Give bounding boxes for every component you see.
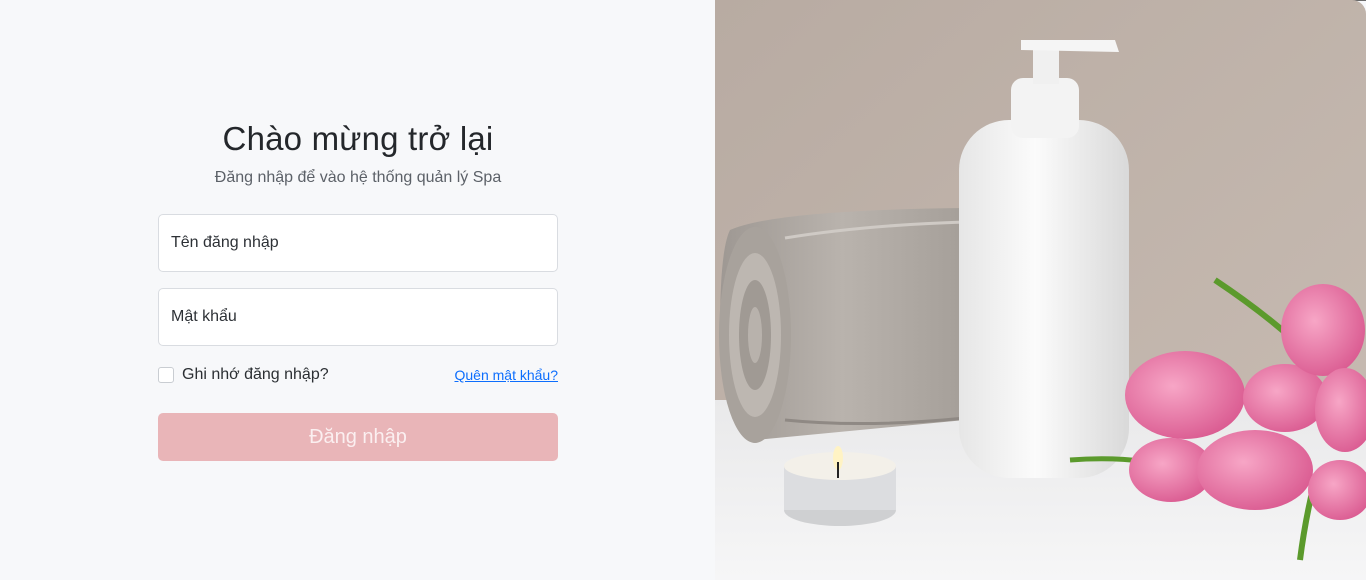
password-field-container	[158, 288, 558, 346]
password-input[interactable]	[159, 289, 557, 345]
spa-photo-illustration	[715, 0, 1366, 580]
remember-me[interactable]: Ghi nhớ đăng nhập?	[158, 366, 329, 384]
login-form: Chào mừng trở lại Đăng nhập để vào hệ th…	[158, 118, 558, 461]
towel-illustration	[719, 208, 966, 443]
username-input[interactable]	[159, 215, 557, 271]
candle-illustration	[784, 446, 896, 526]
login-panel: Chào mừng trở lại Đăng nhập để vào hệ th…	[0, 0, 715, 580]
forgot-password-link[interactable]: Quên mật khẩu?	[454, 367, 558, 383]
remember-checkbox[interactable]	[158, 367, 174, 383]
login-button[interactable]: Đăng nhập	[158, 413, 558, 461]
page-subtitle: Đăng nhập để vào hệ thống quản lý Spa	[214, 169, 502, 186]
options-row: Ghi nhớ đăng nhập? Quên mật khẩu?	[158, 365, 558, 385]
login-page: Chào mừng trở lại Đăng nhập để vào hệ th…	[0, 0, 1366, 580]
page-title: Chào mừng trở lại	[222, 120, 494, 157]
remember-label: Ghi nhớ đăng nhập?	[182, 366, 329, 383]
hero-image	[715, 0, 1366, 580]
username-field-container	[158, 214, 558, 272]
